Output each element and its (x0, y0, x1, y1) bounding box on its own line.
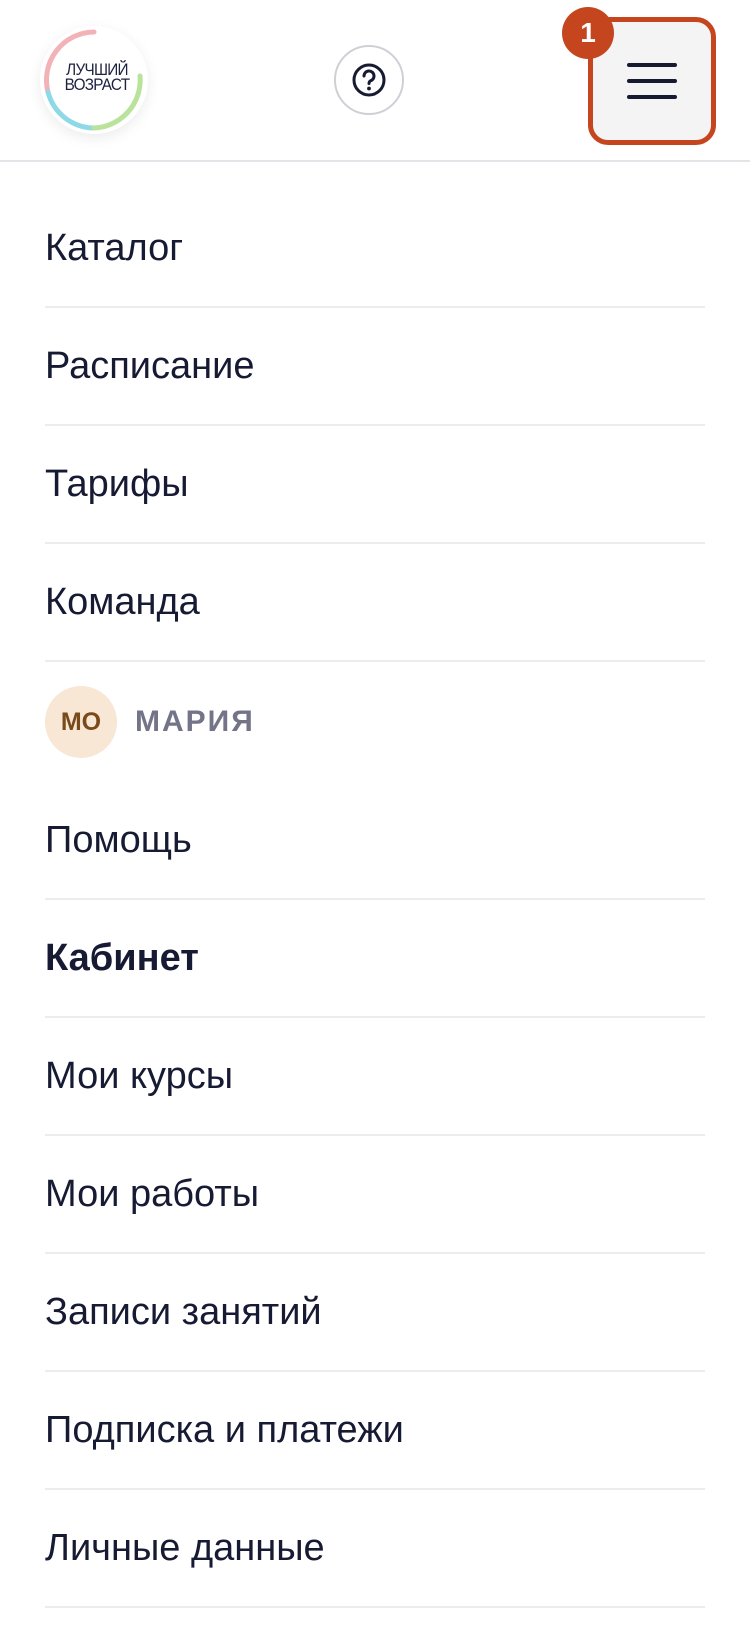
menu-item-schedule[interactable]: Расписание (45, 308, 705, 426)
menu-item-catalog[interactable]: Каталог (45, 190, 705, 308)
step-badge: 1 (562, 7, 614, 59)
menu-item-help[interactable]: Помощь (45, 782, 705, 900)
help-button[interactable] (334, 45, 404, 115)
avatar: МО (45, 686, 117, 758)
user-name: МАРИЯ (135, 705, 255, 738)
menu-item-my-works[interactable]: Мои работы (45, 1136, 705, 1254)
top-header: ЛУЧШИЙ ВОЗРАСТ 1 (0, 0, 750, 162)
menu-item-team[interactable]: Команда (45, 544, 705, 662)
logo[interactable]: ЛУЧШИЙ ВОЗРАСТ (40, 26, 148, 134)
menu-item-class-recordings[interactable]: Записи занятий (45, 1254, 705, 1372)
menu-item-tariffs[interactable]: Тарифы (45, 426, 705, 544)
logo-text: ЛУЧШИЙ ВОЗРАСТ (60, 61, 134, 94)
main-menu: Каталог Расписание Тарифы Команда МО МАР… (45, 190, 705, 1608)
user-profile-row: МО МАРИЯ (45, 662, 705, 782)
logo-text-line-2: ВОЗРАСТ (64, 75, 130, 94)
menu-item-cabinet[interactable]: Кабинет (45, 900, 705, 1018)
hamburger-icon (627, 63, 677, 99)
menu-item-personal-data[interactable]: Личные данные (45, 1490, 705, 1608)
question-circle-icon (352, 63, 386, 97)
menu-item-subscription-payments[interactable]: Подписка и платежи (45, 1372, 705, 1490)
menu-item-my-courses[interactable]: Мои курсы (45, 1018, 705, 1136)
